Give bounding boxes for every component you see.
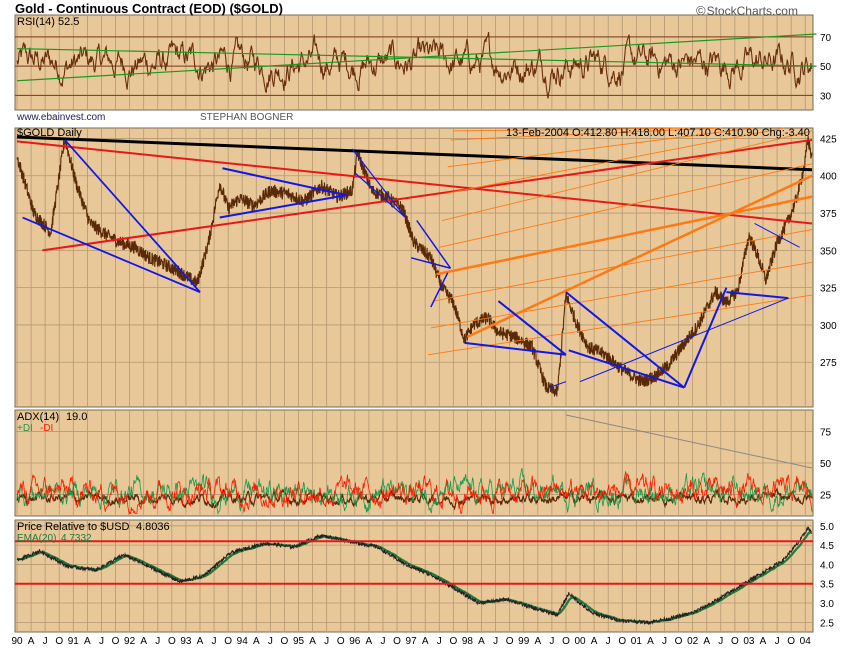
x-tick-label: O: [449, 636, 457, 647]
x-tick-label: O: [618, 636, 626, 647]
x-tick-label: J: [380, 636, 385, 647]
x-tick-label: O: [731, 636, 739, 647]
x-tick-label: 94: [237, 636, 249, 647]
ema-label: EMA(20): [17, 533, 56, 544]
rsi-y-tick-label: 50: [820, 62, 832, 73]
x-tick-label: A: [534, 636, 541, 647]
price-y-tick-label: 275: [820, 358, 837, 369]
x-tick-label: A: [703, 636, 710, 647]
x-tick-label: A: [253, 636, 260, 647]
x-tick-label: O: [168, 636, 176, 647]
x-tick-label: J: [268, 636, 273, 647]
rsi-y-tick-label: 30: [820, 91, 832, 102]
x-tick-label: J: [43, 636, 48, 647]
relative-y-tick-label: 3.5: [820, 580, 834, 591]
x-tick-label: A: [760, 636, 767, 647]
x-tick-label: J: [662, 636, 667, 647]
price-y-tick-label: 300: [820, 321, 837, 332]
price-y-tick-label: 350: [820, 246, 837, 257]
copyright-icon: ©: [696, 3, 706, 18]
x-tick-label: O: [337, 636, 345, 647]
copyright-text: StockCharts.com: [706, 4, 798, 18]
x-tick-label: 92: [124, 636, 136, 647]
rsi-value: 52.5: [58, 16, 79, 28]
x-tick-label: A: [647, 636, 654, 647]
x-tick-label: 99: [518, 636, 530, 647]
adx-value: 19.0: [66, 411, 87, 423]
adx-label: ADX(14): [17, 411, 59, 423]
x-tick-label: 04: [800, 636, 812, 647]
x-tick-label: O: [55, 636, 63, 647]
chart-title: Gold - Continuous Contract (EOD) ($GOLD): [15, 1, 283, 16]
price-y-tick-label: 375: [820, 209, 837, 220]
x-tick-label: J: [493, 636, 498, 647]
relative-y-tick-label: 4.5: [820, 541, 834, 552]
relative-y-tick-label: 2.5: [820, 618, 834, 629]
x-tick-label: J: [775, 636, 780, 647]
x-tick-label: 02: [687, 636, 699, 647]
price-y-tick-label: 425: [820, 134, 837, 145]
adx-y-tick-label: 25: [820, 491, 832, 502]
x-tick-label: 03: [743, 636, 755, 647]
price-y-tick-label: 325: [820, 284, 837, 295]
x-tick-label: A: [140, 636, 147, 647]
panel-backgrounds: [14, 14, 814, 633]
x-tick-label: A: [591, 636, 598, 647]
rsi-label: RSI(14): [17, 16, 55, 28]
adx-y-tick-label: 75: [820, 427, 832, 438]
x-tick-label: A: [309, 636, 316, 647]
x-tick-label: 97: [406, 636, 418, 647]
x-tick-label: 95: [293, 636, 305, 647]
x-tick-label: O: [675, 636, 683, 647]
plus-di-label: +DI: [17, 423, 33, 434]
x-tick-label: A: [28, 636, 35, 647]
rsi-y-tick-label: 70: [820, 33, 832, 44]
price-label: $GOLD Daily: [17, 127, 82, 139]
copyright-link[interactable]: ©StockCharts.com: [696, 3, 798, 18]
x-tick-label: O: [506, 636, 514, 647]
x-tick-label: J: [155, 636, 160, 647]
x-tick-label: A: [84, 636, 91, 647]
x-tick-label: 91: [68, 636, 80, 647]
x-tick-label: 96: [349, 636, 361, 647]
quote-date: 13-Feb-2004: [506, 127, 569, 139]
x-tick-label: J: [437, 636, 442, 647]
x-tick-label: 00: [574, 636, 586, 647]
ema-value: 4.7332: [61, 533, 92, 544]
relative-y-tick-label: 3.0: [820, 599, 834, 610]
x-tick-label: O: [562, 636, 570, 647]
x-tick-label: J: [606, 636, 611, 647]
x-tick-label: J: [718, 636, 723, 647]
relative-y-tick-label: 5.0: [820, 522, 834, 533]
watermark-site: www.ebainvest.com: [16, 112, 105, 123]
x-tick-label: J: [549, 636, 554, 647]
x-tick-label: A: [478, 636, 485, 647]
relative-panel-background: [14, 519, 814, 633]
x-tick-label: J: [324, 636, 329, 647]
watermark-author: STEPHAN BOGNER: [200, 112, 293, 123]
x-tick-label: 98: [462, 636, 474, 647]
x-tick-label: O: [393, 636, 401, 647]
quote-ohlc: O:412.80 H:418.00 L:407.10 C:410.90 Chg:…: [572, 127, 810, 139]
relative-label: Price Relative to $USD: [17, 521, 130, 533]
x-tick-label: 90: [11, 636, 23, 647]
x-tick-label: O: [281, 636, 289, 647]
x-tick-label: O: [224, 636, 232, 647]
x-tick-label: 01: [631, 636, 643, 647]
x-tick-label: O: [787, 636, 795, 647]
x-tick-label: J: [99, 636, 104, 647]
x-tick-label: A: [422, 636, 429, 647]
minus-di-label: -DI: [40, 423, 53, 434]
adx-y-tick-label: 50: [820, 459, 832, 470]
relative-value: 4.8036: [136, 521, 170, 533]
x-tick-label: J: [212, 636, 217, 647]
price-y-tick-label: 400: [820, 172, 837, 183]
x-tick-label: 93: [180, 636, 192, 647]
x-tick-label: A: [366, 636, 373, 647]
x-tick-label: O: [112, 636, 120, 647]
stock-chart: RSI(14) 52.5 www.ebainvest.com STEPHAN B…: [11, 14, 837, 647]
x-tick-label: A: [197, 636, 204, 647]
relative-y-tick-label: 4.0: [820, 560, 834, 571]
